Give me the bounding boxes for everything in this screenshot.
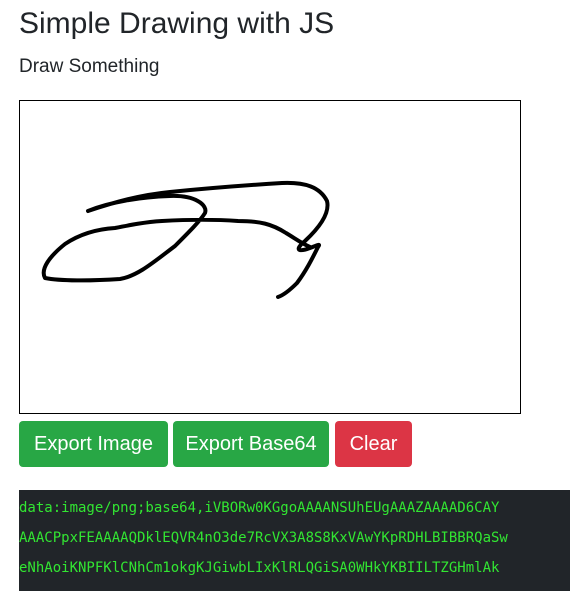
export-image-button[interactable]: Export Image bbox=[19, 421, 168, 467]
output-line: eNhAoiKNPFKlCNhCm1okgKJGiwbLIxKlRLQGiSA0… bbox=[19, 560, 500, 576]
export-base64-button[interactable]: Export Base64 bbox=[173, 421, 329, 467]
output-line: AAACPpxFEAAAAQDklEQVR4nO3de7RcVX3A8S8KxV… bbox=[19, 530, 508, 546]
subtitle: Draw Something bbox=[19, 56, 160, 77]
page-title: Simple Drawing with JS bbox=[19, 7, 335, 40]
base64-output: data:image/png;base64,iVBORw0KGgoAAAANSU… bbox=[19, 490, 570, 591]
drawing-surface[interactable] bbox=[20, 101, 520, 413]
drawing-canvas[interactable] bbox=[19, 100, 521, 414]
output-line: data:image/png;base64,iVBORw0KGgoAAAANSU… bbox=[19, 500, 500, 516]
clear-button[interactable]: Clear bbox=[335, 421, 412, 467]
drawn-stroke bbox=[41, 180, 330, 299]
